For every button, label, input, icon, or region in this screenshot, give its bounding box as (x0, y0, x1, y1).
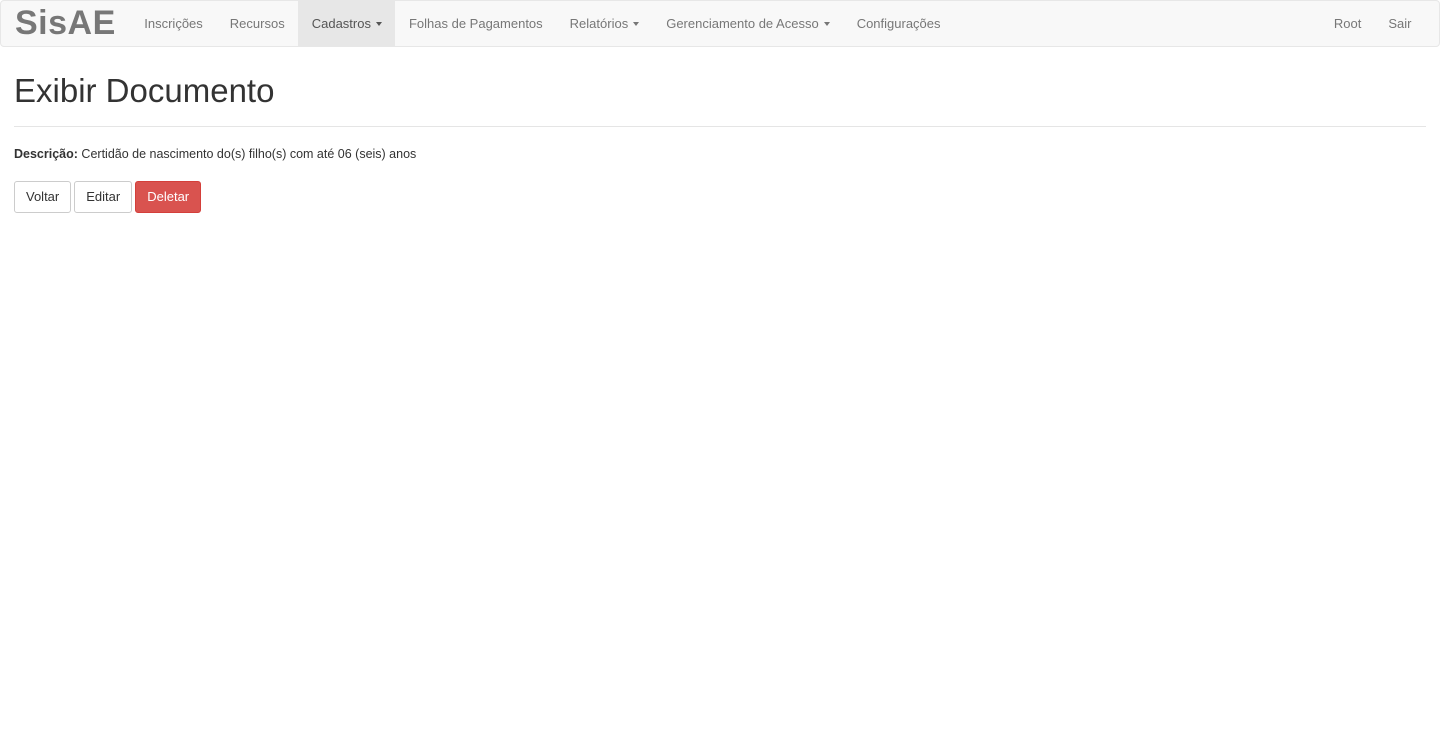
title-divider (14, 126, 1426, 127)
nav-item-label: Recursos (229, 16, 285, 31)
nav-item-label: Inscrições (144, 16, 203, 31)
caret-down-icon (375, 21, 382, 26)
description-field: Descrição: Certidão de nascimento do(s) … (14, 146, 1426, 162)
nav-item-label: Relatórios (569, 16, 629, 31)
nav-item-label: Sair (1388, 16, 1412, 31)
nav-item-recursos[interactable]: Recursos (216, 1, 298, 46)
caret-down-icon (823, 21, 830, 26)
main-nav: Inscrições Recursos Cadastros Folhas de … (131, 1, 954, 46)
nav-item-label: Folhas de Pagamentos (408, 16, 543, 31)
user-nav: Root Sair (1320, 1, 1425, 46)
description-label: Descrição: (14, 147, 78, 161)
edit-button[interactable]: Editar (74, 181, 133, 213)
page-title: Exibir Documento (14, 72, 275, 109)
nav-item-gerenciamento-de-acesso[interactable]: Gerenciamento de Acesso (653, 1, 843, 46)
brand-logo[interactable]: SisAE (1, 1, 131, 46)
nav-item-configuracoes[interactable]: Configurações (843, 1, 954, 46)
action-buttons: Voltar Editar Deletar (14, 181, 1426, 213)
back-button[interactable]: Voltar (14, 181, 72, 213)
caret-down-icon (633, 21, 640, 26)
nav-item-logout[interactable]: Sair (1375, 1, 1425, 46)
nav-item-relatorios[interactable]: Relatórios (556, 1, 653, 46)
delete-button[interactable]: Deletar (135, 181, 202, 213)
main-content: Exibir Documento Descrição: Certidão de … (14, 47, 1426, 213)
nav-item-label: Root (1333, 16, 1362, 31)
nav-item-user-root[interactable]: Root (1320, 1, 1374, 46)
nav-item-label: Gerenciamento de Acesso (666, 16, 819, 31)
nav-item-label: Configurações (856, 16, 941, 31)
nav-item-inscricoes[interactable]: Inscrições (131, 1, 217, 46)
nav-item-folhas-de-pagamentos[interactable]: Folhas de Pagamentos (395, 1, 556, 46)
nav-item-cadastros[interactable]: Cadastros (298, 1, 396, 46)
nav-item-label: Cadastros (311, 16, 371, 31)
top-navbar: SisAE Inscrições Recursos Cadastros Folh… (0, 0, 1440, 47)
description-value: Certidão de nascimento do(s) filho(s) co… (81, 147, 417, 161)
